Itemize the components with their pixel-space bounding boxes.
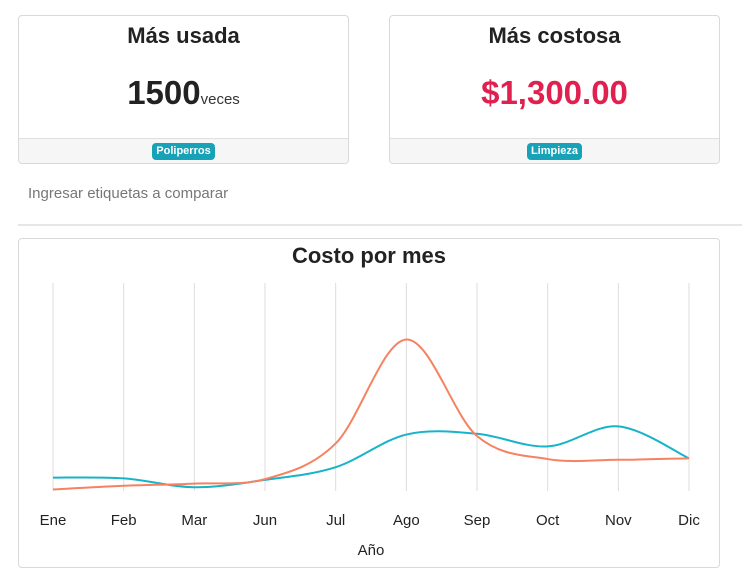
x-tick-oct: Oct — [536, 512, 560, 529]
x-tick-mar: Mar — [181, 512, 207, 529]
series-line-2 — [52, 338, 690, 491]
x-tick-feb: Feb — [111, 512, 137, 529]
monthly-cost-chart: Ene Feb Mar Jun Jul Ago Sep Oct Nov Dic Año — [40, 283, 701, 559]
x-tick-ago: Ago — [393, 512, 420, 529]
x-tick-jun: Jun — [253, 512, 277, 529]
chart-series — [52, 338, 690, 491]
series-line-1 — [52, 425, 690, 489]
tag-compare-input[interactable] — [24, 180, 242, 206]
monthly-cost-chart-card: Costo por mes Ene Feb Mar Jun Jul Ago Sep Oct No… — [18, 238, 720, 568]
most-used-value-row: 1500veces — [19, 74, 348, 112]
x-tick-jul: Jul — [326, 512, 345, 529]
most-expensive-card: Más costosa $1,300.00 Limpieza — [389, 15, 720, 164]
most-expensive-footer: Limpieza — [390, 138, 719, 163]
x-axis-label: Año — [358, 542, 385, 559]
chart-x-ticks: Ene Feb Mar Jun Jul Ago Sep Oct Nov Dic — [40, 512, 701, 529]
most-expensive-value-row: $1,300.00 — [390, 74, 719, 112]
x-tick-nov: Nov — [605, 512, 632, 529]
most-expensive-tag-badge: Limpieza — [526, 142, 583, 160]
most-used-card: Más usada 1500veces Poliperros — [18, 15, 349, 164]
x-tick-dic: Dic — [678, 512, 700, 529]
most-used-footer: Poliperros — [19, 138, 348, 163]
most-expensive-amount: $1,300.00 — [481, 74, 628, 111]
most-used-title: Más usada — [127, 23, 240, 48]
most-used-count: 1500 — [127, 74, 201, 111]
x-tick-sep: Sep — [464, 512, 491, 529]
most-expensive-title: Más costosa — [488, 23, 621, 48]
most-used-tag-badge: Poliperros — [152, 142, 215, 160]
most-used-unit: veces — [200, 91, 240, 108]
x-tick-ene: Ene — [40, 512, 67, 529]
section-divider — [18, 224, 742, 226]
